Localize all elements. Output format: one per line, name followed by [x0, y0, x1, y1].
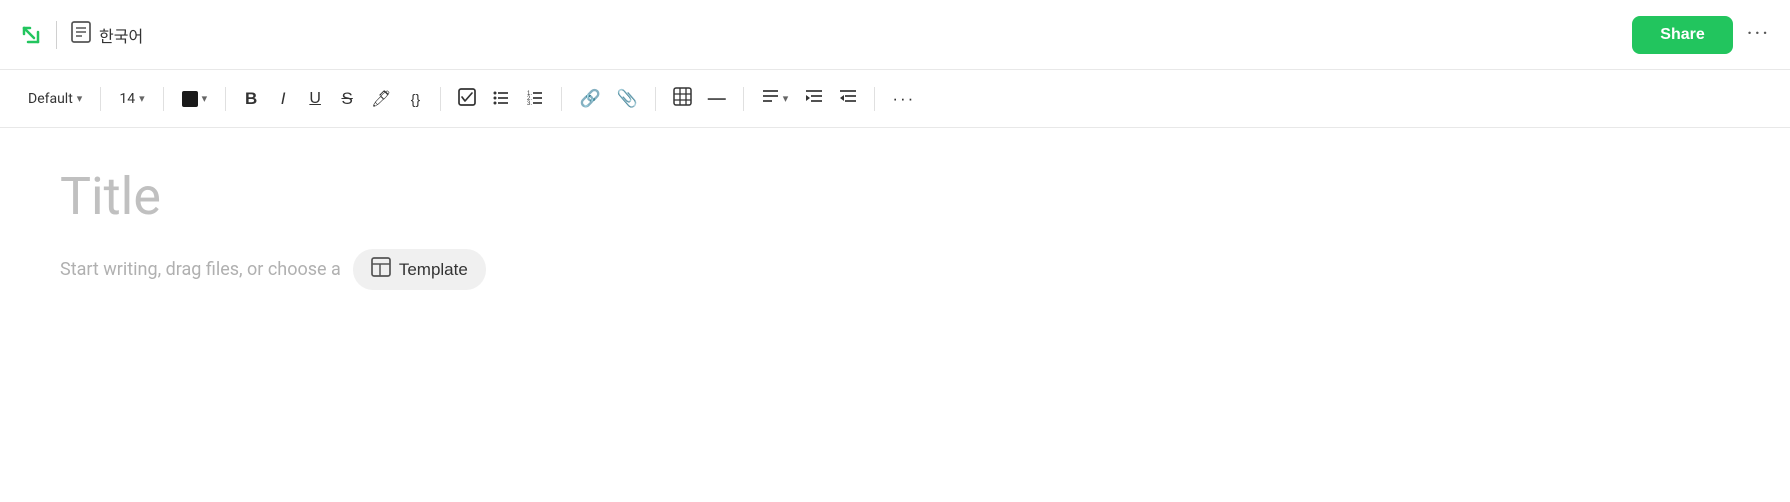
toolbar-more-group: ··· [885, 83, 922, 115]
font-style-select[interactable]: Default ▾ [20, 83, 90, 115]
top-bar-right: Share ··· [1632, 16, 1770, 54]
color-chevron: ▾ [202, 92, 208, 105]
sep-7 [743, 87, 744, 111]
editor-title-placeholder[interactable]: Title [60, 168, 1730, 225]
divider-icon: — [708, 88, 726, 109]
color-swatch [182, 91, 198, 107]
sep-2 [163, 87, 164, 111]
more-options-icon[interactable]: ··· [1747, 22, 1770, 47]
code-button[interactable]: {} [400, 83, 430, 115]
font-style-group: Default ▾ [20, 83, 90, 115]
sep-6 [655, 87, 656, 111]
checkbox-icon [458, 88, 476, 110]
toolbar-more-icon: ··· [892, 89, 915, 109]
top-bar-divider [56, 21, 57, 49]
font-size-label: 14 [119, 91, 135, 107]
code-icon: {} [411, 91, 420, 107]
bold-button[interactable]: B [236, 83, 266, 115]
placeholder-text: Start writing, drag files, or choose a [60, 259, 341, 280]
svg-text:3.: 3. [527, 101, 532, 106]
toolbar: Default ▾ 14 ▾ ▾ B I U S 🖊 {} [0, 70, 1790, 128]
sep-8 [874, 87, 875, 111]
text-format-group: B I U S 🖊 {} [236, 83, 430, 115]
numbered-list-button[interactable]: 1. 2. 3. [519, 83, 551, 115]
editor-area[interactable]: Title Start writing, drag files, or choo… [0, 128, 1790, 330]
sep-1 [100, 87, 101, 111]
bullet-list-icon [492, 88, 510, 110]
color-select[interactable]: ▾ [174, 83, 216, 115]
align-group: ▾ [754, 83, 865, 115]
doc-title: 한국어 [99, 23, 143, 47]
template-icon [371, 257, 391, 282]
highlight-button[interactable]: 🖊 [364, 83, 398, 115]
table-button[interactable] [666, 83, 699, 115]
template-button-label: Template [399, 260, 468, 280]
numbered-list-icon: 1. 2. 3. [526, 88, 544, 110]
document-icon [71, 21, 91, 48]
list-group: 1. 2. 3. [451, 83, 551, 115]
doc-icon-label[interactable]: 한국어 [71, 21, 143, 48]
template-button[interactable]: Template [353, 249, 486, 290]
font-size-group: 14 ▾ [111, 83, 152, 115]
table-icon [673, 87, 692, 110]
collapse-sidebar-icon[interactable] [20, 24, 42, 46]
top-bar: 한국어 Share ··· [0, 0, 1790, 70]
outdent-icon [839, 88, 857, 110]
font-size-chevron: ▾ [139, 92, 145, 105]
attach-button[interactable]: 📎 [610, 83, 645, 115]
color-group: ▾ [174, 83, 216, 115]
align-select[interactable]: ▾ [754, 83, 797, 115]
align-icon [762, 88, 779, 109]
sep-3 [225, 87, 226, 111]
italic-button[interactable]: I [268, 83, 298, 115]
link-button[interactable]: 🔗 [572, 83, 607, 115]
attach-icon: 📎 [617, 89, 638, 109]
editor-body-placeholder: Start writing, drag files, or choose a T… [60, 249, 1730, 290]
outdent-button[interactable] [832, 83, 864, 115]
underline-button[interactable]: U [300, 83, 330, 115]
sep-4 [440, 87, 441, 111]
toolbar-more-button[interactable]: ··· [885, 83, 922, 115]
indent-icon [805, 88, 823, 110]
share-button[interactable]: Share [1632, 16, 1732, 54]
link-group: 🔗 📎 [572, 83, 644, 115]
highlight-icon: 🖊 [371, 89, 391, 109]
sep-5 [561, 87, 562, 111]
font-style-label: Default [28, 91, 73, 107]
strikethrough-label: S [341, 89, 352, 109]
font-size-select[interactable]: 14 ▾ [111, 83, 152, 115]
divider-button[interactable]: — [701, 83, 733, 115]
bullet-list-button[interactable] [485, 83, 517, 115]
font-style-chevron: ▾ [77, 92, 83, 105]
indent-button[interactable] [798, 83, 830, 115]
link-icon: 🔗 [579, 89, 600, 109]
strikethrough-button[interactable]: S [332, 83, 362, 115]
top-bar-left: 한국어 [20, 21, 143, 49]
align-chevron: ▾ [783, 92, 789, 105]
table-group: — [666, 83, 733, 115]
checkbox-button[interactable] [451, 83, 483, 115]
